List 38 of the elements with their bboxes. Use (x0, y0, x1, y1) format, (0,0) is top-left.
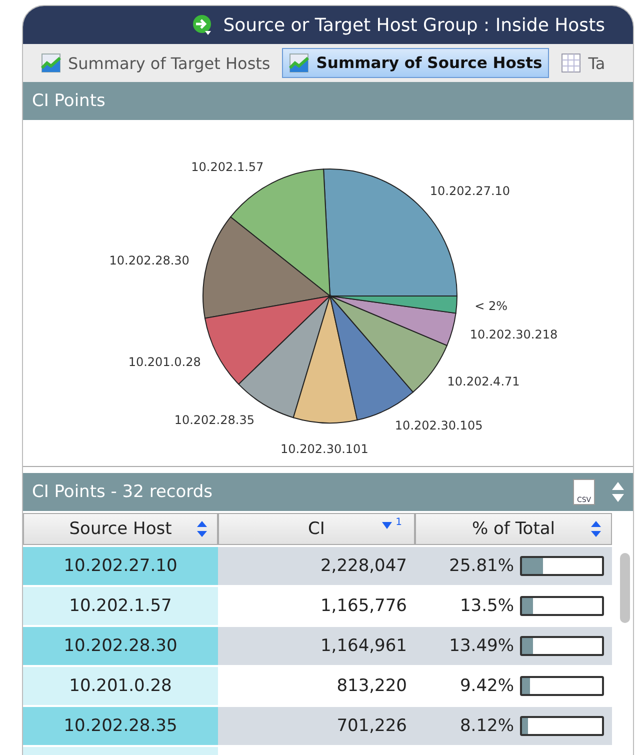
column-header[interactable]: Source Host (23, 513, 218, 545)
table-cell: 8.12% (460, 716, 514, 736)
expand-toggle-icon[interactable] (611, 480, 625, 504)
grid-icon (561, 53, 582, 73)
table-cell: 10.202.27.10 (23, 547, 218, 585)
table-cell: 10.202.28.35 (23, 707, 218, 745)
slice-label: < 2% (474, 298, 508, 313)
slice-label: 10.202.30.218 (470, 327, 558, 342)
chart-icon (41, 53, 61, 73)
slice-label: 10.202.27.10 (430, 184, 510, 198)
table-cell: 701,226 (218, 707, 415, 745)
column-header[interactable]: CI 1 (218, 513, 415, 545)
tab[interactable]: Ta (555, 49, 612, 77)
table-cell: 10.201.0.28 (23, 667, 218, 705)
slice-label: 10.202.28.30 (109, 253, 190, 268)
slice-label: 10.202.30.101 (280, 442, 368, 456)
scrollbar-thumb[interactable] (620, 553, 630, 623)
chart-icon (289, 53, 310, 73)
table-cell: 25.81% (449, 556, 514, 576)
table-cell: 13.49% (449, 636, 514, 656)
table-cell: 2,228,047 (218, 547, 415, 585)
column-header[interactable]: % of Total (415, 513, 612, 545)
slice-label: 10.202.4.71 (447, 374, 520, 388)
table-cell: 10.202.1.57 (23, 587, 218, 625)
sort-rank: 1 (396, 517, 402, 528)
slice-label: 10.202.30.105 (394, 418, 483, 433)
panel-header-title: CI Points - 32 records (32, 482, 214, 502)
slice-label: 10.201.0.28 (128, 354, 201, 369)
slice-label: 10.202.1.57 (191, 160, 264, 174)
slice-label: 10.202.28.35 (174, 412, 254, 427)
table-cell: 10.202.28.30 (23, 627, 218, 665)
window-title: Source or Target Host Group : Inside Hosts (223, 14, 605, 36)
table-cell: 13.5% (460, 596, 514, 616)
panel-header: CI Points (23, 82, 633, 120)
table-cell: 1,164,961 (218, 627, 415, 665)
tab[interactable]: Summary of Target Hosts (35, 49, 276, 77)
table-cell: 9.42% (460, 676, 514, 696)
tab[interactable]: Summary of Source Hosts (282, 48, 550, 78)
